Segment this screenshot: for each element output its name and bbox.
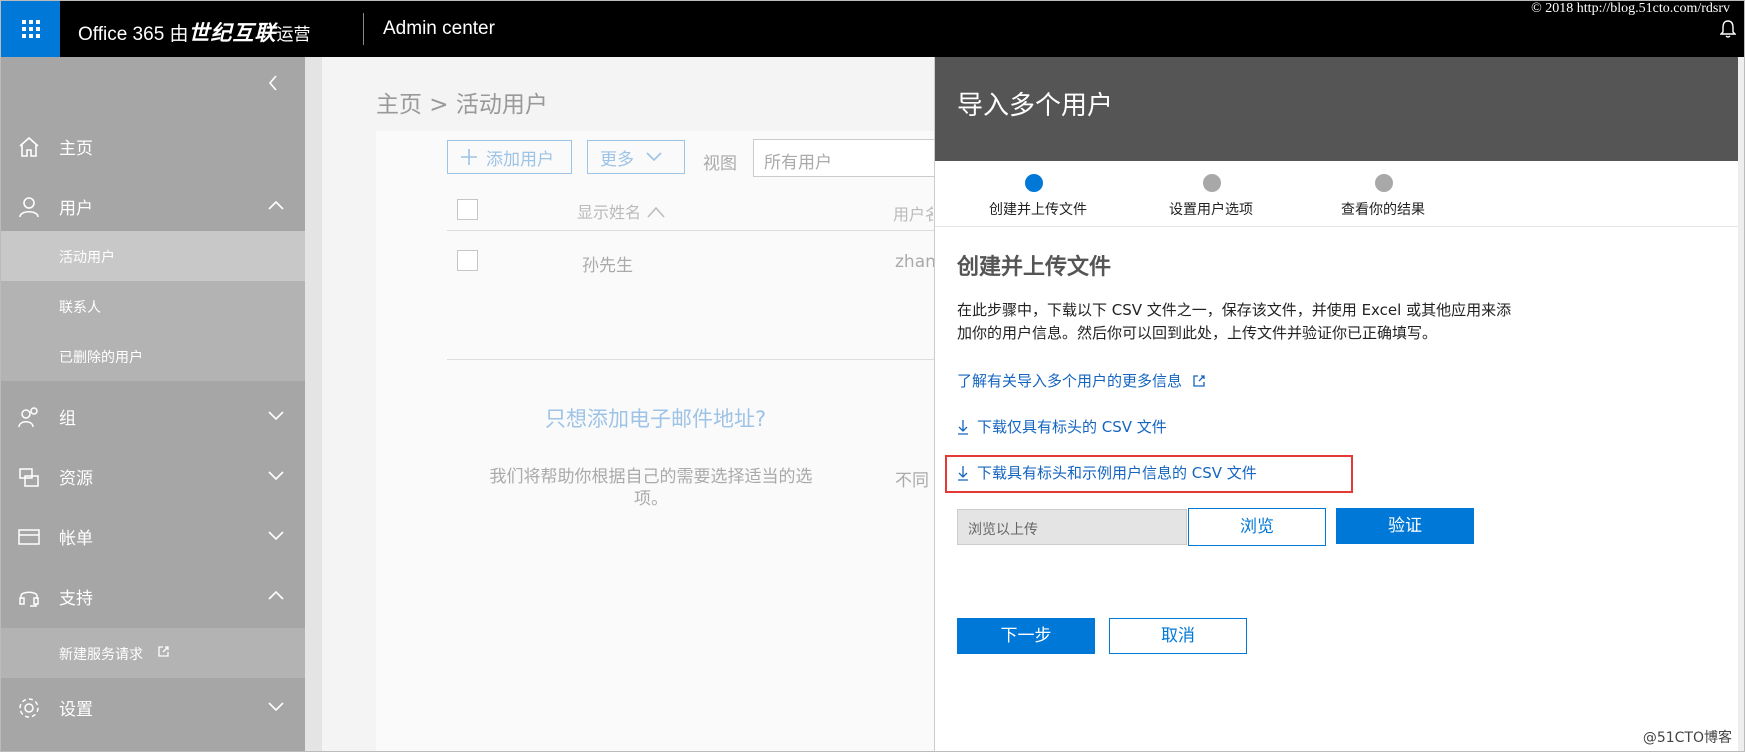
column-header-display-name[interactable]: 显示姓名 [577, 199, 666, 223]
support-icon [19, 591, 39, 607]
sidebar: 主页 用户 活动用户 联系人 已删除的用户 组 资源 帐单 支持 新建服务请求 … [1, 57, 305, 751]
row-display-name[interactable]: 孙先生 [582, 251, 633, 276]
chevron-down-icon [268, 702, 284, 712]
chevron-down-icon [268, 471, 284, 481]
brand-logo: Office 365 由世纪互联运营 [78, 17, 311, 47]
brand-suffix: 运营 [276, 25, 311, 44]
sidebar-item-support[interactable]: 支持 [1, 571, 305, 621]
app-window: Office 365 由世纪互联运营 Admin center © 2018 h… [0, 0, 1745, 752]
learn-more-link[interactable]: 了解有关导入多个用户的更多信息 [957, 370, 1214, 391]
row-checkbox[interactable] [457, 250, 478, 271]
more-button[interactable]: 更多 [587, 140, 685, 174]
download-icon [958, 465, 968, 481]
wizard-steps: 创建并上传文件 设置用户选项 查看你的结果 [935, 161, 1744, 227]
sidebar-item-label: 支持 [59, 588, 93, 609]
step-3-dot [1375, 174, 1393, 192]
resources-icon [19, 468, 39, 487]
sidebar-item-billing[interactable]: 帐单 [1, 511, 305, 561]
step-2-dot [1203, 174, 1221, 192]
chevron-up-icon [268, 200, 284, 210]
column-header-username[interactable]: 用户名 [893, 201, 933, 225]
step-1-dot [1025, 174, 1043, 192]
sidebar-item-label: 组 [59, 408, 76, 429]
view-select[interactable]: 所有用户 [753, 139, 943, 177]
users-card [376, 131, 936, 751]
collapse-sidebar-button[interactable] [267, 73, 279, 97]
section-title: 创建并上传文件 [957, 255, 1112, 280]
waffle-icon [21, 20, 40, 38]
plus-icon [461, 149, 477, 165]
step-1-label: 创建并上传文件 [989, 202, 1087, 218]
download-icon [958, 419, 968, 435]
sidebar-item-label: 设置 [59, 699, 93, 720]
promo-text: 我们将帮助你根据自己的需要选择适当的选项。 [489, 467, 813, 509]
brand-name: 世纪互联 [188, 22, 277, 45]
sidebar-item-settings[interactable]: 设置 [1, 682, 305, 732]
users-submenu: 活动用户 联系人 已删除的用户 [1, 231, 305, 381]
top-bar: Office 365 由世纪互联运营 Admin center © 2018 h… [1, 1, 1744, 57]
promo-text-partial: 不同 [895, 471, 929, 491]
browse-button[interactable]: 浏览 [1188, 508, 1326, 546]
sidebar-item-groups[interactable]: 组 [1, 391, 305, 441]
app-launcher-button[interactable] [1, 1, 60, 57]
settings-icon [19, 698, 39, 718]
support-submenu: 新建服务请求 [1, 628, 305, 678]
panel-header: 导入多个用户 [935, 57, 1744, 161]
watermark: @51CTO博客 [1642, 730, 1732, 746]
sidebar-item-home[interactable]: 主页 [1, 121, 305, 171]
panel-scrollbar[interactable] [1738, 57, 1744, 751]
external-link-icon [158, 646, 169, 657]
table-header-divider [447, 230, 934, 231]
sidebar-item-label: 帐单 [59, 528, 93, 549]
select-all-checkbox[interactable] [457, 199, 478, 220]
header-divider [363, 13, 364, 45]
step-description: 在此步骤中，下载以下 CSV 文件之一，保存该文件，并使用 Excel 或其他应… [957, 301, 1512, 342]
view-label: 视图 [703, 154, 737, 174]
sidebar-item-label: 资源 [59, 468, 93, 489]
breadcrumb[interactable]: 主页 > 活动用户 [376, 85, 548, 119]
download-sample-csv-link[interactable]: 下载具有标头和示例用户信息的 CSV 文件 [957, 462, 1257, 483]
group-icon [18, 407, 38, 428]
sort-ascending-icon [647, 206, 665, 218]
chevron-down-icon [646, 152, 662, 162]
cancel-button[interactable]: 取消 [1109, 618, 1247, 654]
download-headers-csv-link[interactable]: 下载仅具有标头的 CSV 文件 [957, 416, 1167, 437]
chevron-down-icon [268, 531, 284, 541]
sidebar-item-active-users[interactable]: 活动用户 [1, 231, 305, 281]
next-button[interactable]: 下一步 [957, 618, 1095, 654]
upload-file-field[interactable]: 浏览以上传 [957, 509, 1187, 545]
sidebar-scrollbar[interactable] [305, 57, 322, 751]
add-user-button[interactable]: 添加用户 [447, 140, 572, 174]
sidebar-item-contacts[interactable]: 联系人 [1, 281, 305, 331]
sidebar-item-users[interactable]: 用户 [1, 181, 305, 231]
chevron-down-icon [268, 411, 284, 421]
chevron-up-icon [268, 590, 284, 600]
chevron-left-icon [268, 75, 277, 91]
billing-icon [18, 529, 40, 545]
user-icon [19, 197, 39, 218]
admin-center-title[interactable]: Admin center [383, 18, 495, 40]
section-divider [447, 359, 934, 360]
promo-title: 只想添加电子邮件地址? [545, 407, 767, 431]
sidebar-item-new-service-request[interactable]: 新建服务请求 [1, 628, 305, 678]
external-link-icon [1193, 374, 1205, 387]
copyright-text: © 2018 http://blog.51cto.com/rdsrv [1531, 1, 1730, 16]
sidebar-item-label: 主页 [59, 138, 93, 159]
import-users-panel: 导入多个用户 创建并上传文件 设置用户选项 查看你的结果 创建并上传文件 在此步… [934, 57, 1744, 751]
step-3-label: 查看你的结果 [1341, 202, 1425, 218]
home-icon [19, 136, 39, 157]
notification-bell-icon[interactable] [1719, 19, 1737, 43]
row-username[interactable]: zhan [895, 252, 936, 272]
brand-prefix: Office 365 由 [78, 24, 189, 45]
sidebar-item-deleted-users[interactable]: 已删除的用户 [1, 331, 305, 381]
sidebar-item-resources[interactable]: 资源 [1, 451, 305, 501]
verify-button[interactable]: 验证 [1336, 508, 1474, 544]
sidebar-item-label: 用户 [59, 198, 93, 219]
panel-title: 导入多个用户 [957, 91, 1114, 121]
step-2-label: 设置用户选项 [1169, 202, 1253, 218]
